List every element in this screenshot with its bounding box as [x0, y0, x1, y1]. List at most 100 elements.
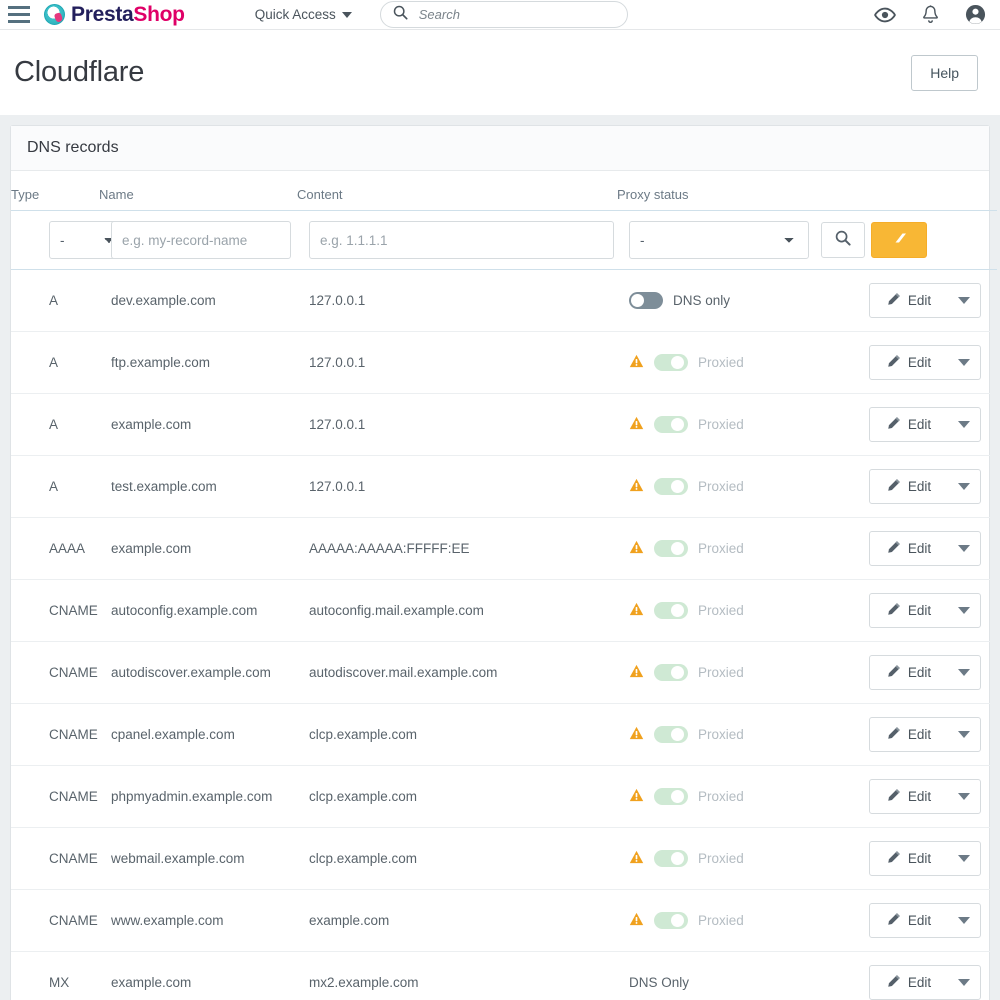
edit-button[interactable]: Edit [870, 594, 948, 627]
edit-dropdown-toggle[interactable] [948, 594, 980, 627]
search-filter-button[interactable] [821, 222, 865, 258]
edit-button-group: Edit [869, 717, 981, 752]
toggle-knob [671, 356, 684, 369]
global-search[interactable] [379, 1, 628, 28]
hamburger-bar [8, 6, 30, 9]
toggle-knob [671, 666, 684, 679]
filter-proxy-cell: - [617, 210, 817, 270]
filter-content-cell [297, 210, 617, 270]
proxy-toggle[interactable] [654, 602, 688, 619]
dns-records-card: DNS records Type Name Content Proxy stat… [10, 125, 997, 1000]
card-body: Type Name Content Proxy status - e.g. my… [11, 171, 997, 1000]
search-input[interactable] [416, 6, 615, 23]
edit-button-label: Edit [907, 541, 932, 556]
edit-dropdown-toggle[interactable] [948, 470, 980, 503]
filter-name-input[interactable] [111, 221, 291, 259]
record-actions: Edit [817, 827, 997, 890]
page-title: Cloudflare [14, 56, 145, 88]
edit-dropdown-toggle[interactable] [948, 408, 980, 441]
pencil-icon [887, 726, 901, 743]
record-type: AAAA [11, 517, 99, 580]
help-button[interactable]: Help [911, 54, 978, 91]
filter-content-input[interactable] [309, 221, 614, 259]
bell-icon[interactable] [922, 4, 939, 25]
proxy-toggle[interactable] [654, 788, 688, 805]
record-actions: Edit [817, 517, 997, 580]
filter-proxy-select[interactable]: - [629, 221, 809, 259]
edit-button[interactable]: Edit [870, 966, 948, 999]
edit-button-label: Edit [907, 975, 932, 990]
toggle-knob [671, 480, 684, 493]
eraser-icon [889, 230, 909, 251]
pencil-icon [887, 540, 901, 557]
record-type: A [11, 455, 99, 518]
edit-button[interactable]: Edit [870, 656, 948, 689]
hamburger-icon[interactable] [6, 4, 32, 26]
edit-button[interactable]: Edit [870, 346, 948, 379]
edit-dropdown-toggle[interactable] [948, 656, 980, 689]
edit-button-label: Edit [907, 479, 932, 494]
edit-button[interactable]: Edit [870, 532, 948, 565]
proxy-toggle[interactable] [654, 540, 688, 557]
brand-presta: Presta [71, 2, 134, 26]
navbar-icons [874, 4, 986, 25]
edit-button[interactable]: Edit [870, 718, 948, 751]
chevron-down-icon [958, 669, 970, 676]
column-header-actions [817, 171, 997, 211]
warning-triangle-icon [629, 850, 644, 867]
record-content: clcp.example.com [297, 827, 617, 890]
proxy-toggle[interactable] [654, 478, 688, 495]
quick-access-menu[interactable]: Quick Access [255, 7, 352, 22]
proxy-toggle[interactable] [654, 850, 688, 867]
edit-button[interactable]: Edit [870, 284, 948, 317]
edit-dropdown-toggle[interactable] [948, 780, 980, 813]
warning-triangle-icon [629, 416, 644, 433]
user-account-icon[interactable] [965, 4, 986, 25]
record-content: 127.0.0.1 [297, 393, 617, 456]
edit-button[interactable]: Edit [870, 904, 948, 937]
edit-dropdown-toggle[interactable] [948, 904, 980, 937]
edit-dropdown-toggle[interactable] [948, 532, 980, 565]
magnifier-icon [835, 230, 851, 251]
edit-dropdown-toggle[interactable] [948, 346, 980, 379]
edit-button[interactable]: Edit [870, 470, 948, 503]
edit-button-group: Edit [869, 345, 981, 380]
edit-button-label: Edit [907, 913, 932, 928]
record-actions: Edit [817, 455, 997, 518]
chevron-down-icon [958, 855, 970, 862]
proxy-toggle[interactable] [654, 354, 688, 371]
column-header-proxy-status: Proxy status [617, 171, 817, 211]
proxy-toggle[interactable] [654, 726, 688, 743]
prestashop-logo[interactable]: PrestaShop [44, 3, 185, 27]
edit-button[interactable]: Edit [870, 408, 948, 441]
record-name: example.com [99, 393, 297, 456]
brand-wordmark: PrestaShop [71, 3, 185, 27]
clear-filters-button[interactable] [871, 222, 927, 258]
record-content: AAAAA:AAAAA:FFFFF:EE [297, 517, 617, 580]
proxy-toggle[interactable] [629, 292, 663, 309]
edit-button-label: Edit [907, 665, 932, 680]
proxy-status-label: Proxied [698, 913, 744, 928]
edit-dropdown-toggle[interactable] [948, 284, 980, 317]
proxy-status-label: Proxied [698, 355, 744, 370]
proxy-status-label: Proxied [698, 417, 744, 432]
table-row: Atest.example.com 127.0.0.1 Proxied Edit [11, 455, 997, 518]
toggle-knob [671, 418, 684, 431]
edit-button[interactable]: Edit [870, 842, 948, 875]
warning-triangle-icon [629, 354, 644, 371]
chevron-down-icon [341, 11, 352, 18]
edit-dropdown-toggle[interactable] [948, 966, 980, 999]
record-name: dev.example.com [99, 269, 297, 332]
edit-dropdown-toggle[interactable] [948, 842, 980, 875]
page-body: DNS records Type Name Content Proxy stat… [0, 115, 1000, 1000]
edit-button[interactable]: Edit [870, 780, 948, 813]
edit-button-group: Edit [869, 469, 981, 504]
eye-icon[interactable] [874, 7, 896, 23]
pencil-icon [887, 478, 901, 495]
filter-type-cell: - [11, 210, 127, 270]
edit-dropdown-toggle[interactable] [948, 718, 980, 751]
proxy-toggle[interactable] [654, 912, 688, 929]
pencil-icon [887, 416, 901, 433]
proxy-toggle[interactable] [654, 416, 688, 433]
proxy-toggle[interactable] [654, 664, 688, 681]
